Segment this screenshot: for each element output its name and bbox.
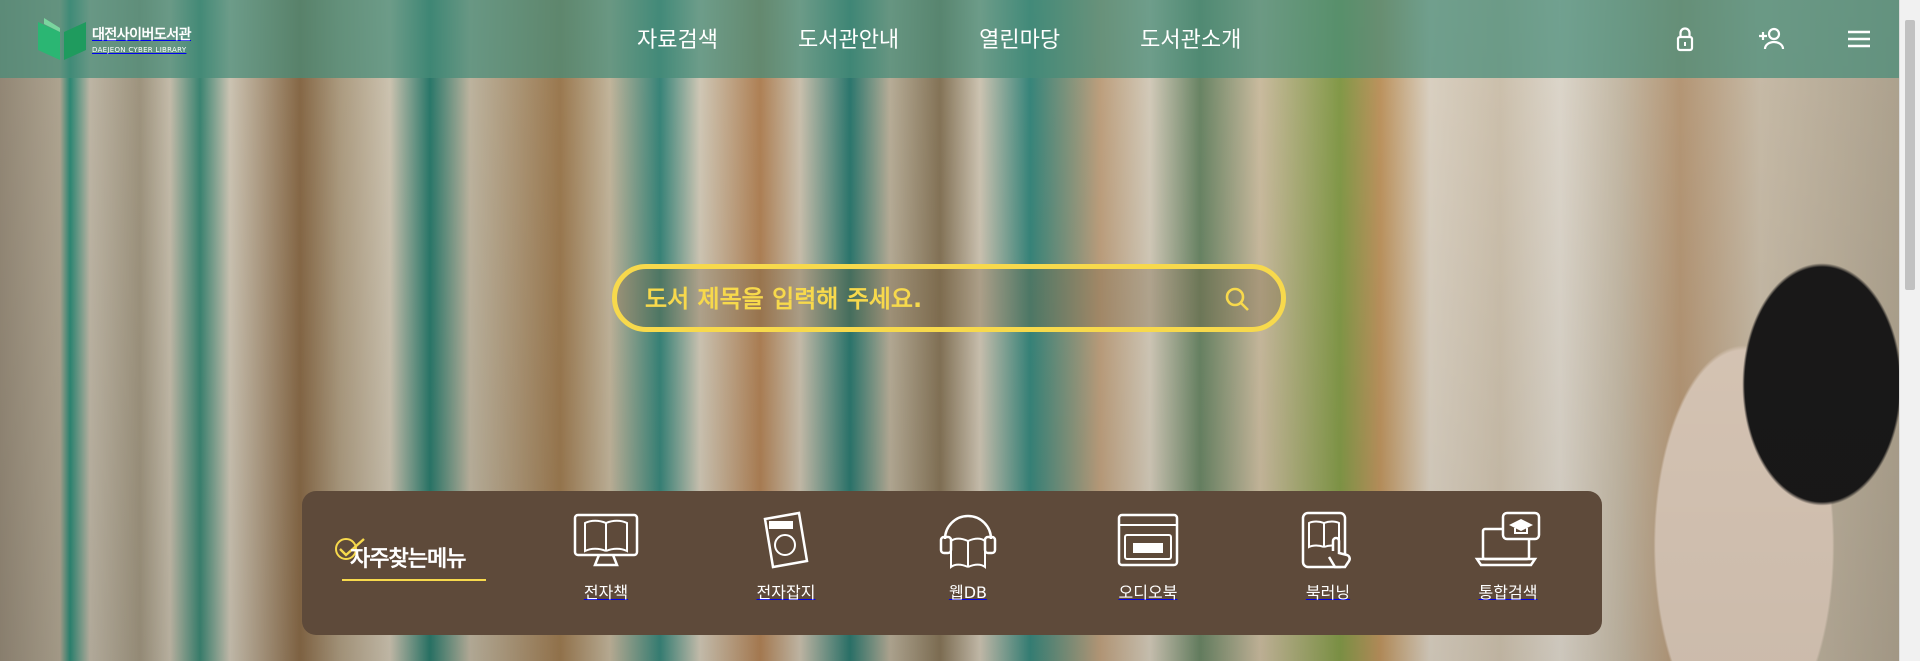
quick-menu: 자주찾는메뉴 전자책 전자잡지 웹DB 오디오북 북러닝 통합검색 <box>302 491 1602 635</box>
magazine-icon <box>726 511 846 569</box>
quick-item-label: 전자잡지 <box>756 583 816 602</box>
logo-korean-text: 대전사이버도서관 <box>92 27 192 43</box>
quick-item-label: 북러닝 <box>1305 583 1351 602</box>
logo-english-text: DAEJEON CYBER LIBRARY <box>92 46 187 54</box>
add-user-icon[interactable] <box>1756 24 1786 54</box>
nav-item-search[interactable]: 자료검색 <box>637 22 718 54</box>
quick-item-label: 오디오북 <box>1118 583 1178 602</box>
nav-item-open-forum[interactable]: 열린마당 <box>979 22 1060 54</box>
quick-item-ebook[interactable]: 전자책 <box>546 511 666 603</box>
quick-menu-title: 자주찾는메뉴 <box>350 547 466 572</box>
quick-item-booklearning[interactable]: 북러닝 <box>1268 511 1388 603</box>
nav-item-about[interactable]: 도서관소개 <box>1140 22 1241 54</box>
book-search-box <box>612 264 1286 332</box>
quick-item-label: 전자책 <box>583 583 629 602</box>
page-scrollbar[interactable] <box>1899 0 1920 661</box>
laptop-graduation-icon <box>1448 511 1568 569</box>
headphones-book-icon <box>908 511 1028 569</box>
lock-icon[interactable] <box>1670 24 1700 54</box>
site-logo[interactable]: 대전사이버도서관 DAEJEON CYBER LIBRARY <box>34 14 192 64</box>
book-logo-icon <box>34 16 90 62</box>
quick-item-audiobook[interactable]: 오디오북 <box>1088 511 1208 603</box>
search-icon[interactable] <box>1223 285 1251 313</box>
hero-photo-child <box>1640 200 1900 661</box>
search-input[interactable] <box>643 279 1207 319</box>
quick-item-webdb[interactable]: 웹DB <box>908 511 1028 603</box>
audio-device-icon <box>1088 511 1208 569</box>
scrollbar-thumb[interactable] <box>1905 20 1915 290</box>
hamburger-menu-icon[interactable] <box>1844 24 1874 54</box>
site-header: 대전사이버도서관 DAEJEON CYBER LIBRARY 자료검색 도서관안… <box>0 0 1900 78</box>
quick-item-integrated-search[interactable]: 통합검색 <box>1448 511 1568 603</box>
quick-item-label: 웹DB <box>948 583 988 602</box>
quick-item-emagazine[interactable]: 전자잡지 <box>726 511 846 603</box>
quick-menu-underline <box>342 579 486 581</box>
ebook-monitor-icon <box>546 511 666 569</box>
nav-item-library-guide[interactable]: 도서관안내 <box>798 22 899 54</box>
main-nav: 자료검색 도서관안내 열린마당 도서관소개 <box>637 22 1241 54</box>
quick-item-label: 통합검색 <box>1478 583 1538 602</box>
tablet-touch-icon <box>1268 511 1388 569</box>
